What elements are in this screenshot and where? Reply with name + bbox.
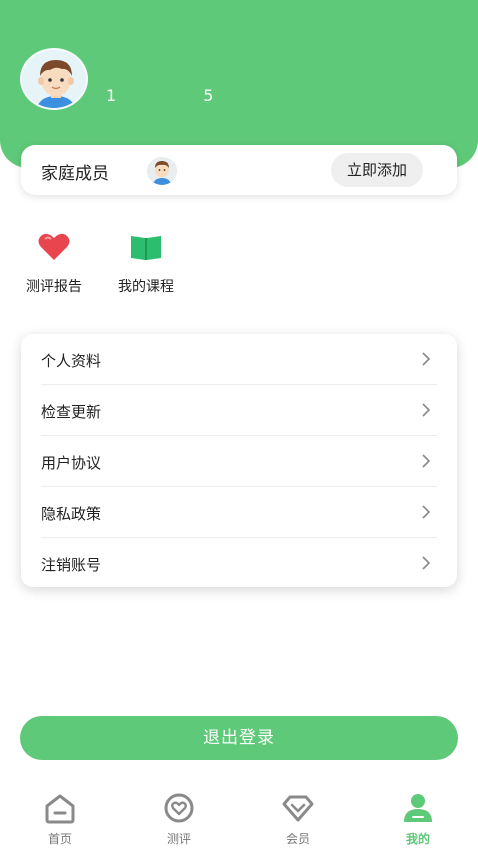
tab-mine[interactable]: 我的 <box>378 792 458 847</box>
menu-item-label: 个人资料 <box>41 352 102 370</box>
diamond-icon <box>282 795 314 822</box>
menu-item-user-agreement[interactable]: 用户协议 <box>41 436 437 487</box>
tab-home[interactable]: 首页 <box>20 792 100 847</box>
tab-label: 我的 <box>405 832 430 846</box>
menu-item-privacy-policy[interactable]: 隐私政策 <box>41 487 437 538</box>
menu-item-label: 隐私政策 <box>41 505 102 523</box>
profile-header: 15 <box>0 0 478 168</box>
chevron-right-icon <box>422 505 431 519</box>
tab-assessment[interactable]: 测评 <box>139 792 219 847</box>
assessment-icon <box>164 793 194 823</box>
phone-prefix: 1 <box>106 86 118 105</box>
heart-icon <box>38 233 70 260</box>
phone-suffix: 5 <box>203 86 215 105</box>
boy-avatar-image <box>22 50 86 108</box>
user-avatar[interactable] <box>20 48 88 110</box>
family-members-card: 家庭成员 立即添加 <box>21 145 457 195</box>
menu-item-delete-account[interactable]: 注销账号 <box>41 538 437 589</box>
phone-number: 15 <box>106 86 214 105</box>
chevron-right-icon <box>422 352 431 366</box>
book-icon <box>131 236 161 260</box>
logout-button[interactable]: 退出登录 <box>20 716 458 760</box>
shortcut-assessment-report[interactable]: 测评报告 <box>14 232 94 296</box>
tab-label: 会员 <box>285 832 310 846</box>
menu-item-label: 用户协议 <box>41 454 102 472</box>
home-icon <box>45 794 75 824</box>
shortcut-label: 测评报告 <box>26 279 82 295</box>
tab-label: 测评 <box>166 832 191 846</box>
boy-avatar-image <box>147 157 177 185</box>
tab-label: 首页 <box>47 832 72 846</box>
menu-item-label: 注销账号 <box>41 556 102 574</box>
shortcut-label: 我的课程 <box>118 279 174 295</box>
add-family-member-button[interactable]: 立即添加 <box>331 153 423 187</box>
bottom-tab-bar: 首页 测评 会员 我的 <box>0 782 478 850</box>
chevron-right-icon <box>422 403 431 417</box>
shortcut-my-courses[interactable]: 我的课程 <box>106 232 186 296</box>
menu-item-label: 检查更新 <box>41 403 102 421</box>
menu-item-profile[interactable]: 个人资料 <box>41 334 437 385</box>
family-members-label: 家庭成员 <box>41 164 109 184</box>
settings-menu: 个人资料 检查更新 用户协议 隐私政策 注销账号 <box>21 334 457 587</box>
family-member-avatar[interactable] <box>147 157 177 185</box>
tab-membership[interactable]: 会员 <box>258 792 338 847</box>
chevron-right-icon <box>422 454 431 468</box>
menu-item-check-update[interactable]: 检查更新 <box>41 385 437 436</box>
chevron-right-icon <box>422 556 431 570</box>
person-icon <box>404 794 432 822</box>
